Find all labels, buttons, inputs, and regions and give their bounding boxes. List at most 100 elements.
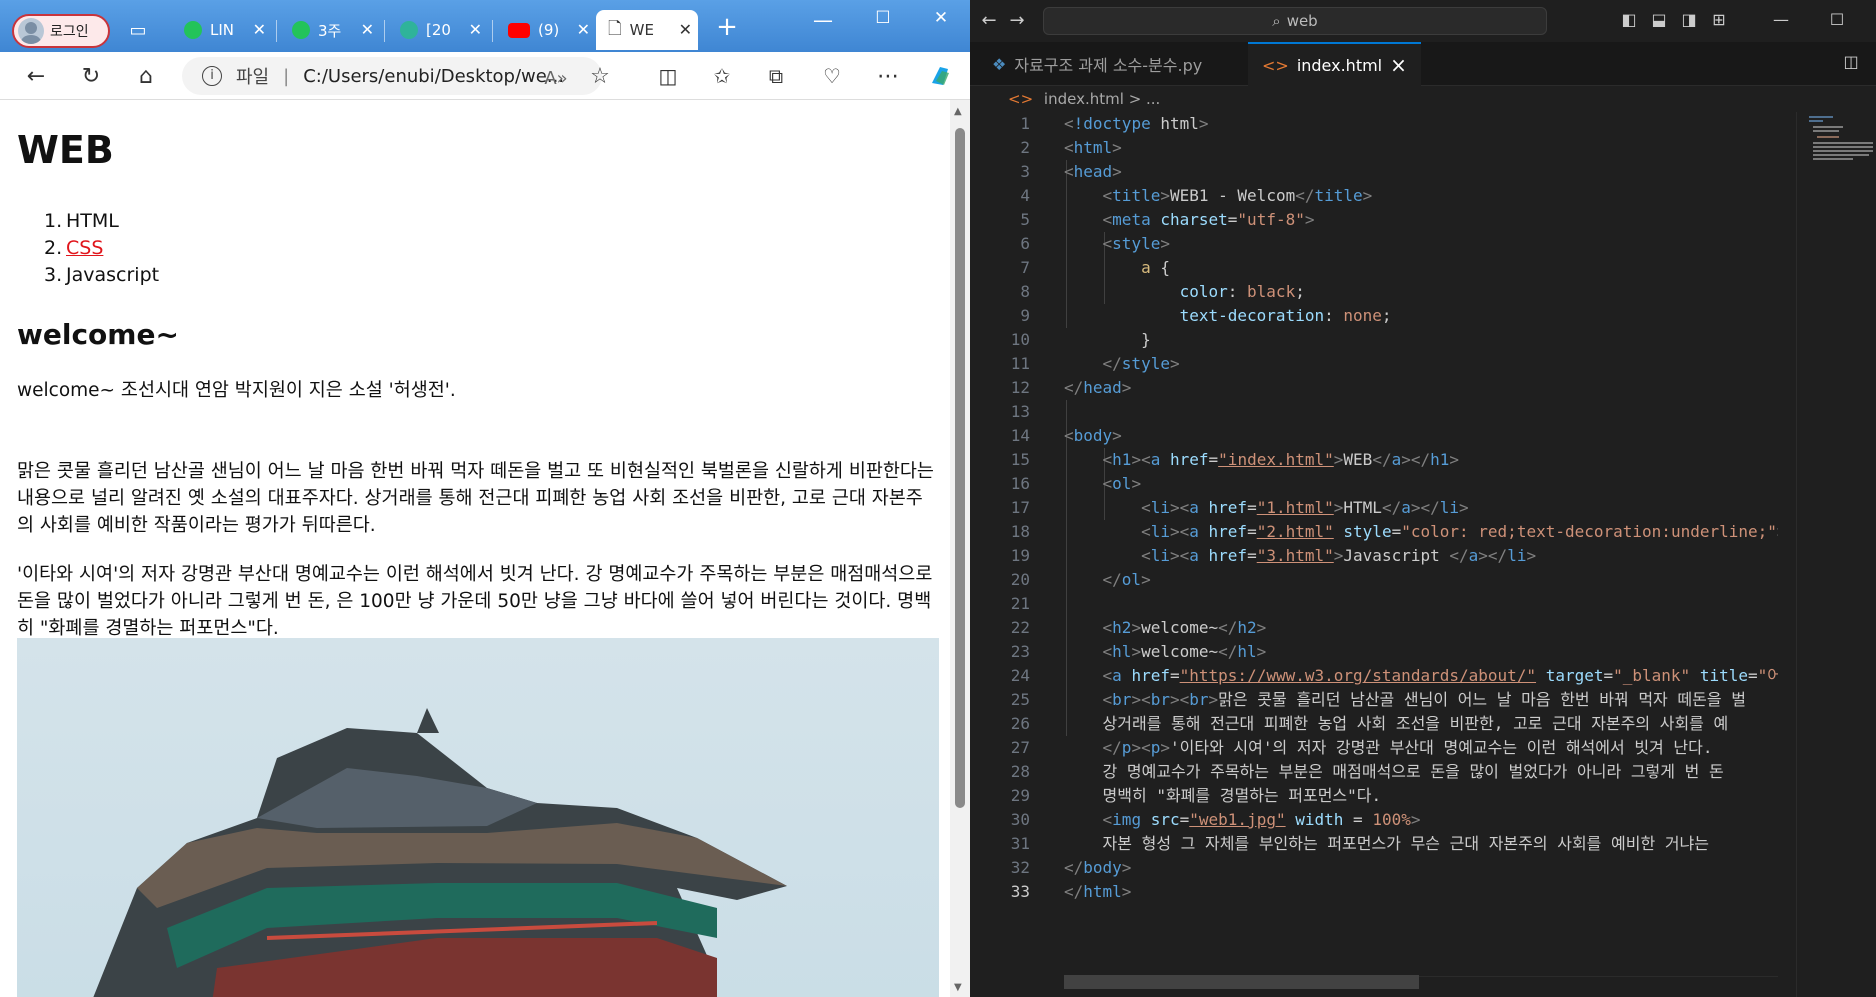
code-line[interactable]: 명백히 "화폐를 경멸하는 퍼포먼스"다. <box>1064 784 1778 808</box>
code-line[interactable]: <hl>welcome~</hl> <box>1064 640 1778 664</box>
breadcrumb-file[interactable]: index.html <box>1044 90 1124 108</box>
close-icon[interactable]: ✕ <box>469 20 482 39</box>
copilot-icon[interactable] <box>924 60 956 92</box>
line-number: 28 <box>1010 762 1030 781</box>
address-url[interactable]: C:/Users/enubi/Desktop/we... <box>303 66 564 87</box>
page-scrollbar[interactable]: ▲ ▼ <box>950 100 970 997</box>
favorites-icon[interactable]: ✩ <box>706 60 738 92</box>
profile-button[interactable]: 로그인 <box>12 14 110 48</box>
tab-youtube[interactable]: (9) ✕ <box>496 10 596 50</box>
address-bar[interactable]: i 파일 | C:/Users/enubi/Desktop/we... <box>182 57 602 95</box>
code-line[interactable]: <head> <box>1064 160 1778 184</box>
close-icon[interactable]: ✕ <box>679 20 692 39</box>
tab-web[interactable]: 🗋 WE ✕ <box>596 10 698 50</box>
customize-layout-icon[interactable]: ⊞ <box>1708 10 1730 30</box>
close-icon[interactable]: ✕ <box>253 20 266 39</box>
code-line[interactable]: </p><p>'이타와 시여'의 저자 강명관 부산대 명예교수는 이런 해석에… <box>1064 736 1778 760</box>
code-line[interactable]: <a href="https://www.w3.org/standards/ab… <box>1064 664 1778 688</box>
code-line[interactable]: </html> <box>1064 880 1778 904</box>
toggle-panel-icon[interactable]: ⬓ <box>1648 10 1670 30</box>
back-icon[interactable]: ← <box>978 10 1000 31</box>
line-number: 1 <box>1020 114 1030 133</box>
close-window-button[interactable]: ✕ <box>918 8 964 28</box>
info-icon[interactable]: i <box>202 66 222 86</box>
tab-line[interactable]: LIN ✕ <box>172 10 272 50</box>
scrollbar-thumb[interactable] <box>955 128 965 808</box>
code-line[interactable]: <meta charset="utf-8"> <box>1064 208 1778 232</box>
code-area[interactable]: 1 <!doctype html> 2 <html> 3 <head> 4 <title>W… <box>970 112 1876 997</box>
browser-essentials-icon[interactable]: ♡ <box>816 60 848 92</box>
line-number: 18 <box>1010 522 1030 541</box>
code-line[interactable]: <body> <box>1064 424 1778 448</box>
tab-week3[interactable]: 3주 ✕ <box>280 10 380 50</box>
list-item[interactable]: 2. CSS <box>44 235 159 262</box>
code-line[interactable]: </ol> <box>1064 568 1778 592</box>
close-icon[interactable]: × <box>1390 53 1407 77</box>
line-number: 5 <box>1020 210 1030 229</box>
code-line[interactable]: <h1><a href="index.html">WEB</a></h1> <box>1064 448 1778 472</box>
code-line[interactable] <box>1064 592 1778 616</box>
list-item[interactable]: 1. HTML <box>44 208 159 235</box>
toggle-secondary-sidebar-icon[interactable]: ◨ <box>1678 10 1700 30</box>
code-line[interactable]: <!doctype html> <box>1064 112 1778 136</box>
code-line[interactable]: </style> <box>1064 352 1778 376</box>
collections-icon[interactable]: ⧉ <box>760 60 792 92</box>
favorite-star-icon[interactable]: ☆ <box>584 60 616 92</box>
line-number: 20 <box>1010 570 1030 589</box>
tab-actions-icon[interactable]: ▭ <box>122 14 154 46</box>
close-icon[interactable]: ✕ <box>577 20 590 39</box>
more-menu-icon[interactable]: ⋯ <box>872 60 904 92</box>
code-line[interactable]: <img src="web1.jpg" width = 100%> <box>1064 808 1778 832</box>
list-item[interactable]: 3. Javascript <box>44 262 159 289</box>
intro-paragraph[interactable]: welcome~ 조선시대 연암 박지원이 지은 소설 '허생전'. <box>17 377 937 404</box>
tab-index-html[interactable]: <> index.html × <box>1248 42 1421 86</box>
code-line[interactable]: } <box>1064 328 1778 352</box>
close-icon[interactable]: ✕ <box>361 20 374 39</box>
code-line[interactable]: <li><a href="2.html" style="color: red;t… <box>1064 520 1778 544</box>
page-heading[interactable]: WEB <box>17 128 114 172</box>
list-link[interactable]: Javascript <box>66 264 159 286</box>
back-icon[interactable]: ← <box>20 60 52 92</box>
tab-20[interactable]: [20 ✕ <box>388 10 488 50</box>
code-line[interactable]: <html> <box>1064 136 1778 160</box>
code-line[interactable]: color: black; <box>1064 280 1778 304</box>
code-line[interactable]: 자본 형성 그 자체를 부인하는 퍼포먼스가 무슨 근대 자본주의 사회를 예비… <box>1064 832 1778 856</box>
minimize-button[interactable]: — <box>1770 10 1792 30</box>
tab-python-file[interactable]: ❖ 자료구조 과제 소수-분수.py <box>978 42 1216 86</box>
horizontal-scrollbar[interactable] <box>1064 975 1419 989</box>
code-line[interactable]: 상거래를 통해 전근대 피폐한 농업 사회 조선을 비판한, 고로 근대 자본주… <box>1064 712 1778 736</box>
maximize-button[interactable]: ☐ <box>860 8 906 28</box>
home-icon[interactable]: ⌂ <box>130 60 162 92</box>
list-link[interactable]: HTML <box>66 210 119 232</box>
minimap[interactable] <box>1796 112 1876 997</box>
code-line[interactable]: </head> <box>1064 376 1778 400</box>
code-line[interactable]: <br><br><br>맑은 콧물 흘리던 남산골 샌님이 어느 날 마음 한번… <box>1064 688 1778 712</box>
minimize-button[interactable]: — <box>800 8 846 32</box>
code-line[interactable]: text-decoration: none; <box>1064 304 1778 328</box>
code-line[interactable]: <title>WEB1 - Welcom</title> <box>1064 184 1778 208</box>
code-line[interactable]: <ol> <box>1064 472 1778 496</box>
code-line[interactable]: <li><a href="1.html">HTML</a></li> <box>1064 496 1778 520</box>
code-line[interactable]: <h2>welcome~</h2> <box>1064 616 1778 640</box>
split-editor-icon[interactable]: ◫ <box>1840 52 1862 72</box>
toggle-primary-sidebar-icon[interactable]: ◧ <box>1618 10 1640 30</box>
scroll-up-icon[interactable]: ▲ <box>954 106 962 117</box>
code-line[interactable]: <style> <box>1064 232 1778 256</box>
read-aloud-icon[interactable]: A» <box>540 62 572 94</box>
list-link[interactable]: CSS <box>66 237 103 259</box>
code-line[interactable]: </body> <box>1064 856 1778 880</box>
scroll-down-icon[interactable]: ▼ <box>954 982 962 993</box>
refresh-icon[interactable]: ↻ <box>75 60 107 92</box>
tab-label: 자료구조 과제 소수-분수.py <box>1014 56 1203 75</box>
code-line[interactable]: a { <box>1064 256 1778 280</box>
code-line[interactable]: 강 명예교수가 주목하는 부분은 매점매석으로 돈을 많이 벌었다가 아니라 그… <box>1064 760 1778 784</box>
command-search[interactable]: ⌕ web <box>1043 7 1547 35</box>
split-screen-icon[interactable]: ◫ <box>652 60 684 92</box>
code-line[interactable]: <li><a href="3.html">Javascript </a></li… <box>1064 544 1778 568</box>
new-tab-button[interactable]: + <box>704 12 750 42</box>
avatar-icon <box>18 18 44 44</box>
forward-icon[interactable]: → <box>1006 10 1028 31</box>
code-line[interactable] <box>1064 400 1778 424</box>
maximize-button[interactable]: ☐ <box>1826 10 1848 30</box>
breadcrumb-rest[interactable]: > ... <box>1129 90 1161 108</box>
